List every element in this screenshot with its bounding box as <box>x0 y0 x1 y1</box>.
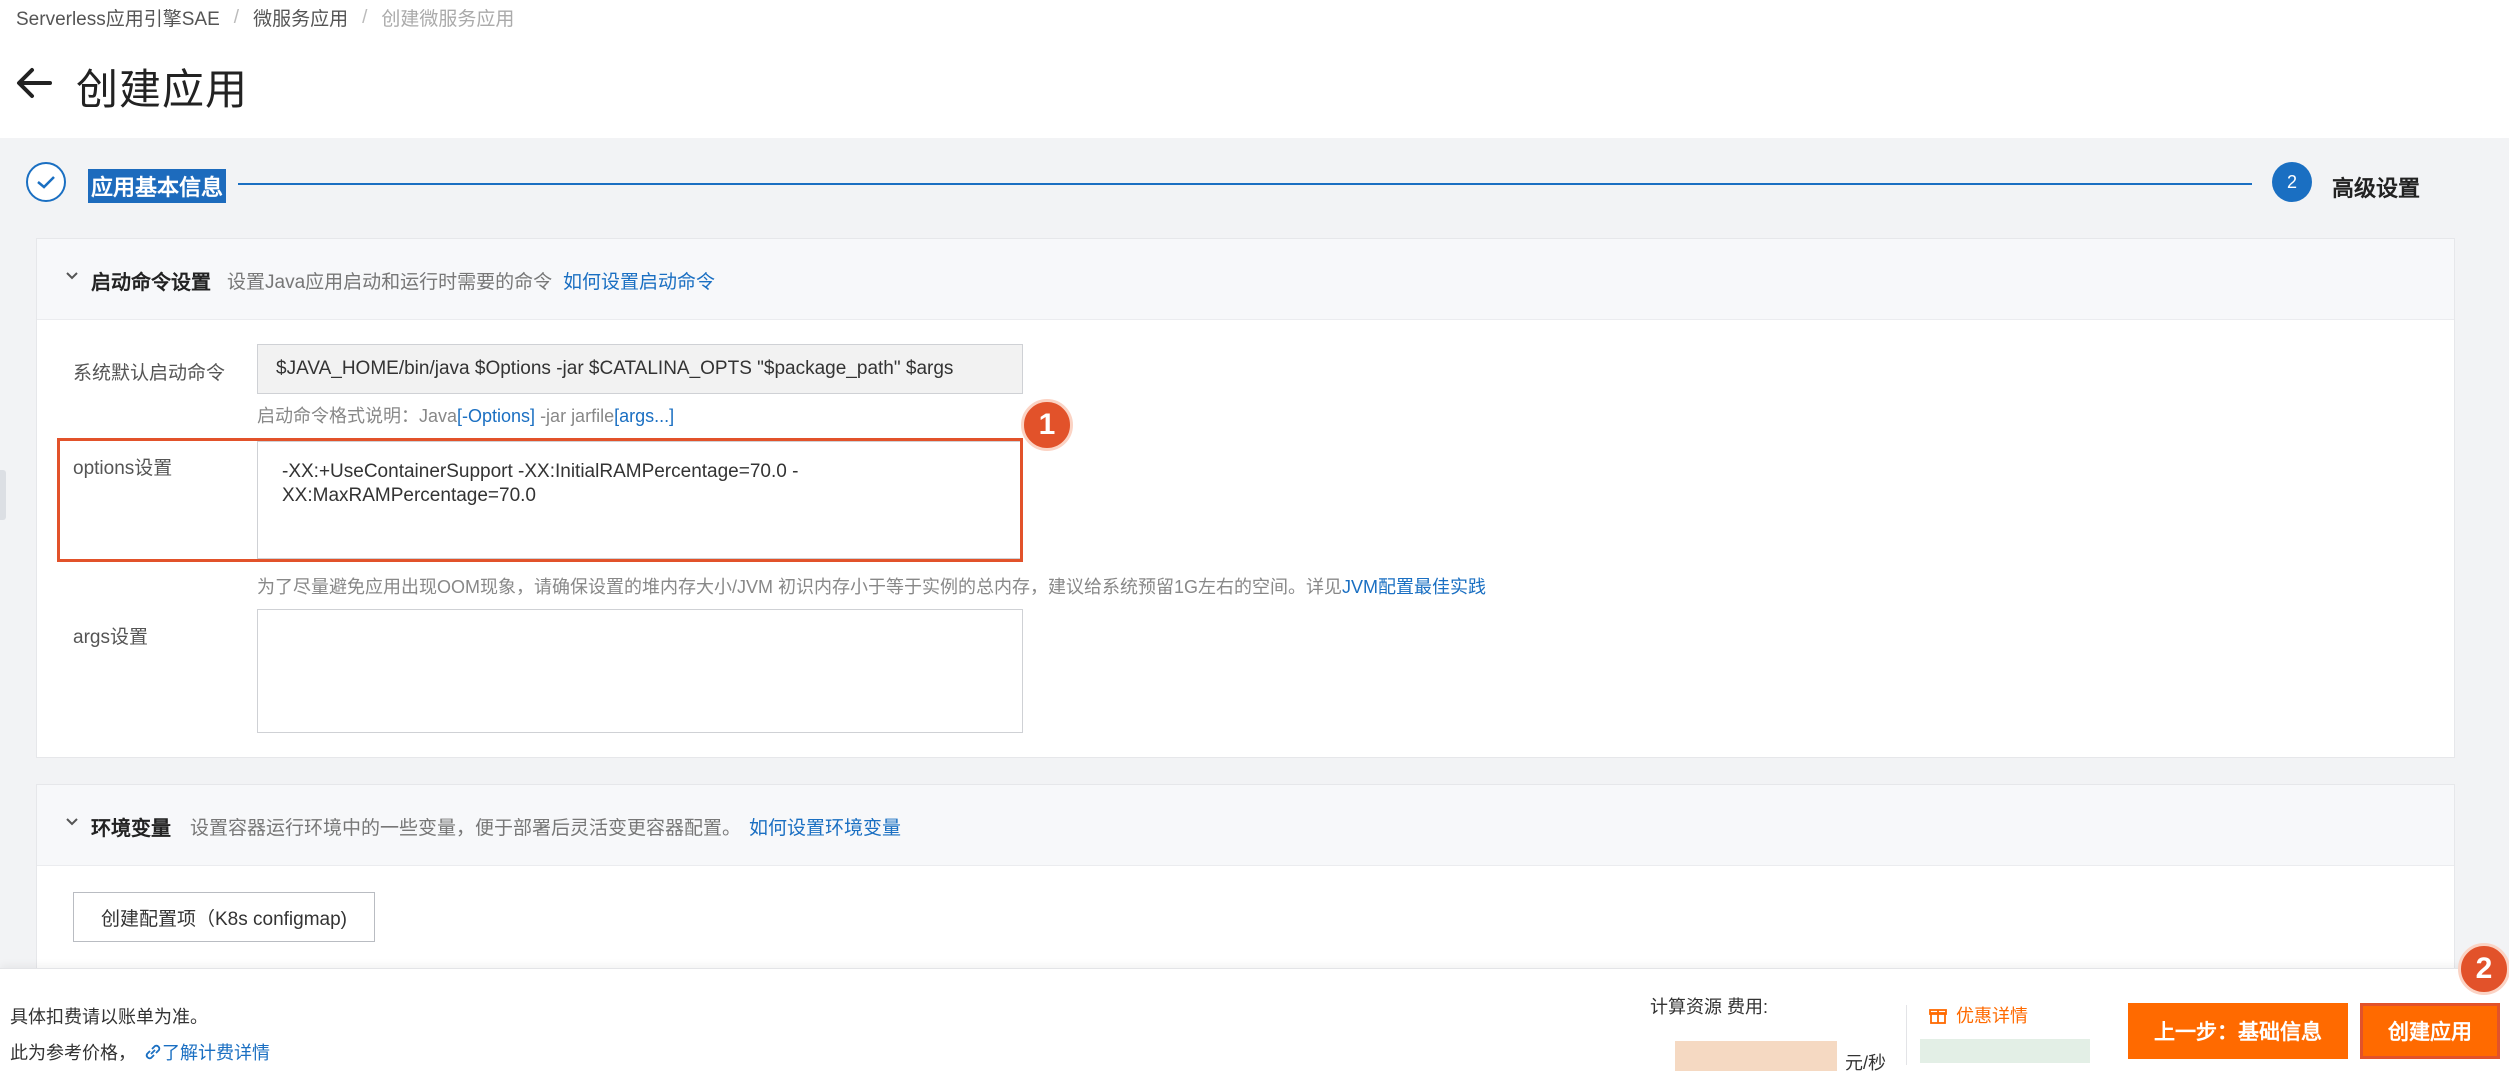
page-title: 创建应用 <box>76 66 249 113</box>
billing-details-text: 了解计费详情 <box>162 1043 270 1063</box>
annotation-badge-2: 2 <box>2458 943 2509 995</box>
step2-label: 高级设置 <box>2332 176 2421 201</box>
options-input[interactable]: -XX:+UseContainerSupport -XX:InitialRAMP… <box>257 441 1023 559</box>
reference-price-text: 此为参考价格， <box>10 1043 136 1063</box>
gift-icon <box>1929 1009 1947 1024</box>
startup-section-title: 启动命令设置 <box>91 272 211 294</box>
footer-bar: 具体扣费请以账单为准。 此为参考价格， 了解计费详情 计算资源 费用: 元/秒 … <box>0 943 2509 1077</box>
format-hint-prefix: 启动命令格式说明：Java <box>257 406 458 426</box>
discount-details-link[interactable]: 优惠详情 <box>1928 1002 2028 1028</box>
step-progress-line <box>238 183 2252 185</box>
env-variables-panel: 环境变量 设置容器运行环境中的一些变量，便于部署后灵活变更容器配置。 如何设置环… <box>36 784 2455 984</box>
breadcrumb: Serverless应用引擎SAE / 微服务应用 / 创建微服务应用 <box>16 4 514 31</box>
chevron-down-icon[interactable] <box>65 271 79 281</box>
format-hint-args: [args...] <box>614 406 675 426</box>
startup-section-desc: 设置Java应用启动和运行时需要的命令 <box>227 272 553 293</box>
args-label: args设置 <box>73 627 148 648</box>
step2-number: 2 <box>2272 162 2312 202</box>
billing-details-link[interactable]: 了解计费详情 <box>144 1039 270 1065</box>
env-panel-header[interactable]: 环境变量 设置容器运行环境中的一些变量，便于部署后灵活变更容器配置。 如何设置环… <box>37 785 2454 866</box>
step1-label[interactable]: 应用基本信息 <box>88 169 227 203</box>
breadcrumb-separator: / <box>233 6 240 28</box>
env-help-link[interactable]: 如何设置环境变量 <box>749 813 901 840</box>
env-section-title: 环境变量 <box>91 818 171 840</box>
chevron-down-icon[interactable] <box>65 817 79 827</box>
side-collapse-handle[interactable] <box>0 470 6 520</box>
env-section-desc: 设置容器运行环境中的一些变量，便于部署后灵活变更容器配置。 <box>190 818 742 839</box>
startup-help-link[interactable]: 如何设置启动命令 <box>563 267 715 294</box>
startup-command-panel: 启动命令设置 设置Java应用启动和运行时需要的命令 如何设置启动命令 系统默认… <box>36 238 2455 758</box>
breadcrumb-separator: / <box>362 6 368 28</box>
discount-details-text: 优惠详情 <box>1956 1006 2028 1026</box>
previous-step-button[interactable]: 上一步：基础信息 <box>2128 1003 2348 1059</box>
format-hint-mid: -jar jarfile <box>535 406 615 426</box>
create-configmap-button[interactable]: 创建配置项（K8s configmap) <box>73 892 375 942</box>
page-header: Serverless应用引擎SAE / 微服务应用 / 创建微服务应用 创建应用 <box>0 0 2509 138</box>
discount-placeholder <box>1920 1039 2090 1063</box>
default-command-field: $JAVA_HOME/bin/java $Options -jar $CATAL… <box>257 344 1023 394</box>
step1-done-icon <box>26 162 66 202</box>
create-app-button[interactable]: 创建应用 <box>2360 1003 2500 1059</box>
default-command-label: 系统默认启动命令 <box>73 363 226 384</box>
jvm-best-practice-link[interactable]: JVM配置最佳实践 <box>1342 577 1486 597</box>
format-hint-options: [-Options] <box>457 406 536 426</box>
oom-hint: 为了尽量避免应用出现OOM现象，请确保设置的堆内存大小/JVM 初识内存小于等于… <box>257 573 1486 599</box>
price-placeholder <box>1675 1041 1837 1071</box>
billing-note: 具体扣费请以账单为准。 <box>10 1007 208 1027</box>
oom-hint-text: 为了尽量避免应用出现OOM现象，请确保设置的堆内存大小/JVM 初识内存小于等于… <box>257 577 1343 597</box>
breadcrumb-item-microservice[interactable]: 微服务应用 <box>253 4 348 31</box>
annotation-badge-1: 1 <box>1021 399 1073 451</box>
breadcrumb-item-current: 创建微服务应用 <box>381 9 515 30</box>
args-input[interactable] <box>257 609 1023 733</box>
back-arrow-icon[interactable] <box>14 62 56 104</box>
link-icon <box>145 1044 161 1060</box>
breadcrumb-item-sae[interactable]: Serverless应用引擎SAE <box>16 4 220 31</box>
startup-panel-header[interactable]: 启动命令设置 设置Java应用启动和运行时需要的命令 如何设置启动命令 <box>37 239 2454 320</box>
options-label: options设置 <box>73 458 173 479</box>
price-unit: 元/秒 <box>1845 1053 1887 1073</box>
reference-price-note: 此为参考价格， 了解计费详情 <box>10 1039 270 1065</box>
compute-cost-label: 计算资源 费用: <box>1650 997 1769 1017</box>
footer-divider <box>1906 1005 1907 1065</box>
command-format-hint: 启动命令格式说明：Java[-Options] -jar jarfile[arg… <box>257 402 674 428</box>
